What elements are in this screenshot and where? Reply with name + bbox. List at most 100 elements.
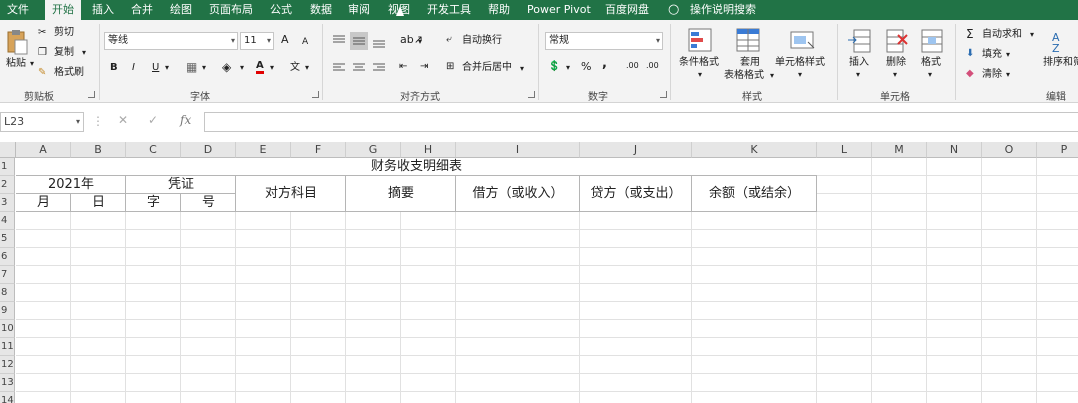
copy-button[interactable]: 复制	[54, 47, 74, 59]
orientation-dropdown-icon[interactable]: ▾	[418, 36, 422, 48]
merge-dropdown-icon[interactable]: ▾	[520, 63, 524, 75]
format-dropdown-icon[interactable]: ▾	[928, 69, 932, 81]
row-header[interactable]: 1	[0, 158, 15, 176]
italic-button[interactable]: I	[132, 62, 135, 74]
delete-cells-button[interactable]: 删除	[886, 57, 906, 69]
paste-dropdown-icon[interactable]: ▾	[30, 58, 34, 70]
copy-dropdown-icon[interactable]: ▾	[82, 47, 86, 59]
day-header-cell[interactable]: 日	[71, 194, 126, 212]
column-header[interactable]: C	[126, 142, 181, 158]
phonetic-button[interactable]: 文	[290, 62, 300, 74]
sort-filter-button[interactable]: 排序和筛	[1043, 57, 1078, 69]
font-name-select[interactable]: 等线 ▾	[104, 32, 238, 50]
format-cells-button[interactable]: 格式	[921, 57, 941, 69]
tab-review[interactable]: 审阅	[348, 0, 370, 20]
voucher-header-cell[interactable]: 凭证	[126, 176, 236, 194]
font-launcher-icon[interactable]	[312, 91, 319, 98]
tab-baidu-netdisk[interactable]: 百度网盘	[605, 0, 649, 20]
row-header[interactable]: 12	[0, 356, 15, 374]
cancel-icon[interactable]: ✕	[118, 113, 128, 127]
conditional-format-button[interactable]: 条件格式	[679, 57, 719, 69]
accounting-dropdown-icon[interactable]: ▾	[566, 62, 570, 74]
table-dropdown-icon[interactable]: ▾	[770, 70, 774, 82]
delete-dropdown-icon[interactable]: ▾	[893, 69, 897, 81]
autosum-dropdown-icon[interactable]: ▾	[1030, 29, 1034, 41]
formula-input[interactable]	[204, 112, 1078, 132]
tab-power-pivot[interactable]: Power Pivot	[527, 0, 591, 20]
tab-page-layout[interactable]: 页面布局	[209, 0, 253, 20]
tab-insert[interactable]: 插入	[92, 0, 114, 20]
number-format-select[interactable]: 常规 ▾	[545, 32, 663, 50]
column-header[interactable]: K	[692, 142, 817, 158]
decrease-decimal-button[interactable]: .00	[646, 60, 659, 72]
column-header[interactable]: B	[71, 142, 126, 158]
fill-dropdown-icon[interactable]: ▾	[1006, 49, 1010, 61]
decrease-indent-icon[interactable]: ⇤	[399, 61, 407, 73]
row-header[interactable]: 14	[0, 392, 15, 403]
tab-file[interactable]: 文件	[7, 0, 29, 20]
tab-developer[interactable]: 开发工具	[427, 0, 471, 20]
select-all-corner[interactable]	[0, 142, 16, 158]
autosum-button[interactable]: 自动求和	[982, 29, 1022, 41]
column-header[interactable]: N	[927, 142, 982, 158]
worksheet-grid[interactable]: A B C D E F G H I J K L M N O P 1 2 3 4 5 6 7 8 9 10 11 12 13 14 财务收支明…	[0, 142, 1078, 403]
column-header[interactable]: H	[401, 142, 456, 158]
credit-header-cell[interactable]: 贷方（或支出）	[580, 176, 692, 212]
decrease-font-size-button[interactable]: A	[302, 36, 308, 48]
border-icon[interactable]: ▦	[186, 61, 197, 73]
month-header-cell[interactable]: 月	[16, 194, 71, 212]
fill-dropdown-icon[interactable]: ▾	[240, 62, 244, 74]
increase-font-size-button[interactable]: A	[281, 34, 289, 46]
wrap-text-button[interactable]: 自动换行	[462, 35, 502, 47]
row-header[interactable]: 11	[0, 338, 15, 356]
fill-color-icon[interactable]: ◈	[222, 61, 231, 73]
underline-dropdown-icon[interactable]: ▾	[165, 62, 169, 74]
column-header[interactable]: O	[982, 142, 1037, 158]
year-header-cell[interactable]: 2021年	[16, 176, 126, 194]
debit-header-cell[interactable]: 借方（或收入）	[456, 176, 580, 212]
merge-center-button[interactable]: 合并后居中	[462, 62, 512, 74]
horizontal-align-icons[interactable]	[331, 62, 391, 74]
confirm-icon[interactable]: ✓	[148, 113, 158, 127]
fill-button[interactable]: 填充	[982, 49, 1002, 61]
cell-styles-dropdown-icon[interactable]: ▾	[798, 69, 802, 81]
drag-handle-icon[interactable]: ⋮	[92, 114, 104, 128]
row-header[interactable]: 4	[0, 212, 15, 230]
format-painter-button[interactable]: 格式刷	[54, 67, 84, 79]
increase-decimal-button[interactable]: .00	[626, 60, 639, 72]
row-header[interactable]: 5	[0, 230, 15, 248]
column-header[interactable]: J	[580, 142, 692, 158]
summary-header-cell[interactable]: 摘要	[346, 176, 456, 212]
font-color-dropdown-icon[interactable]: ▾	[270, 62, 274, 74]
column-header[interactable]: I	[456, 142, 580, 158]
column-header[interactable]: P	[1037, 142, 1078, 158]
row-header[interactable]: 3	[0, 194, 15, 212]
font-size-select[interactable]: 11 ▾	[240, 32, 274, 50]
insert-cells-button[interactable]: 插入	[849, 57, 869, 69]
column-header[interactable]: A	[16, 142, 71, 158]
insert-dropdown-icon[interactable]: ▾	[856, 69, 860, 81]
balance-header-cell[interactable]: 余额（或结余）	[692, 176, 817, 212]
row-header[interactable]: 6	[0, 248, 15, 266]
voucher-zi-cell[interactable]: 字	[126, 194, 181, 212]
column-header[interactable]: M	[872, 142, 927, 158]
clipboard-launcher-icon[interactable]	[88, 91, 95, 98]
bold-button[interactable]: B	[110, 62, 118, 74]
accounting-format-icon[interactable]: 💲	[548, 61, 560, 73]
format-as-table-button[interactable]: 表格格式	[724, 70, 764, 82]
insert-function-button[interactable]: fx	[180, 113, 191, 127]
cut-button[interactable]: 剪切	[54, 27, 74, 39]
number-launcher-icon[interactable]	[660, 91, 667, 98]
clear-button[interactable]: 清除	[982, 69, 1002, 81]
column-header[interactable]: G	[346, 142, 401, 158]
voucher-hao-cell[interactable]: 号	[181, 194, 236, 212]
column-header[interactable]: F	[291, 142, 346, 158]
font-color-button[interactable]: A	[256, 60, 264, 74]
column-header[interactable]: E	[236, 142, 291, 158]
increase-indent-icon[interactable]: ⇥	[420, 61, 428, 73]
tell-me-search[interactable]: 操作说明搜索	[690, 0, 756, 20]
phonetic-dropdown-icon[interactable]: ▾	[305, 62, 309, 74]
tab-merge[interactable]: 合并	[131, 0, 153, 20]
tab-home[interactable]: 开始	[45, 0, 81, 20]
clear-dropdown-icon[interactable]: ▾	[1006, 69, 1010, 81]
